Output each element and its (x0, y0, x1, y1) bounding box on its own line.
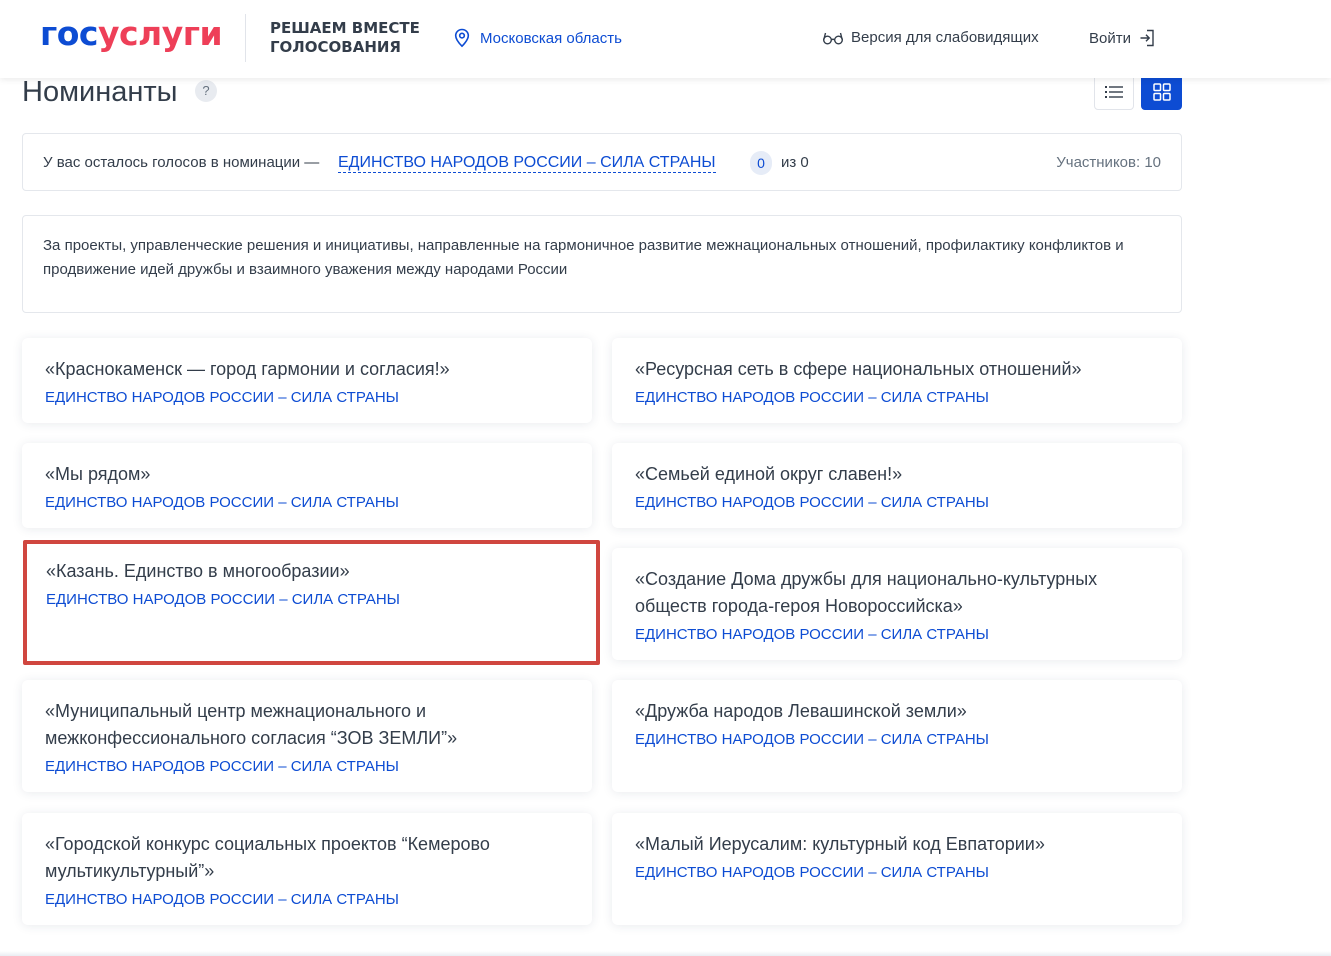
nominee-nomination: ЕДИНСТВО НАРОДОВ РОССИИ – СИЛА СТРАНЫ (45, 389, 399, 406)
nominee-title: «Муниципальный центр межнационального и … (45, 701, 458, 748)
nominee-card[interactable]: «Мы рядом» ЕДИНСТВО НАРОДОВ РОССИИ – СИЛ… (22, 443, 592, 528)
votes-count-badge: 0 (750, 151, 772, 175)
logo-part-uslugi: услуги (97, 14, 223, 53)
page-bottom-divider (0, 951, 1331, 956)
nominee-title: «Дружба народов Левашинской земли» (635, 701, 967, 721)
site-header: госуслуги РЕШАЕМ ВМЕСТЕ ГОЛОСОВАНИЯ Моск… (0, 0, 1331, 78)
low-vision-version-link[interactable]: Версия для слабовидящих (822, 29, 1039, 46)
nominee-title: «Казань. Единство в многообразии» (46, 561, 350, 581)
region-label: Московская область (480, 29, 622, 47)
region-selector[interactable]: Московская область (453, 28, 622, 48)
low-vision-label: Версия для слабовидящих (851, 29, 1039, 46)
nominee-nomination: ЕДИНСТВО НАРОДОВ РОССИИ – СИЛА СТРАНЫ (45, 494, 399, 511)
nominee-title: «Ресурсная сеть в сфере национальных отн… (635, 359, 1082, 379)
list-view-button[interactable] (1094, 74, 1134, 110)
nominee-card[interactable]: «Малый Иерусалим: культурный код Евпатор… (612, 813, 1182, 925)
nominee-card[interactable]: «Семьей единой округ славен!» ЕДИНСТВО Н… (612, 443, 1182, 528)
glasses-icon (823, 32, 843, 44)
nominee-card[interactable]: «Городской конкурс социальных проектов “… (22, 813, 592, 925)
nominee-nomination: ЕДИНСТВО НАРОДОВ РОССИИ – СИЛА СТРАНЫ (45, 891, 399, 908)
nominee-card-highlighted[interactable]: «Казань. Единство в многообразии» ЕДИНСТ… (23, 540, 600, 665)
login-button[interactable]: Войти (1089, 29, 1155, 47)
help-icon[interactable]: ? (195, 80, 217, 102)
votes-remaining-text: У вас осталось голосов в номинации — (43, 154, 320, 171)
nominee-title: «Городской конкурс социальных проектов “… (45, 834, 490, 881)
list-icon (1105, 86, 1123, 98)
nominee-nomination: ЕДИНСТВО НАРОДОВ РОССИИ – СИЛА СТРАНЫ (46, 591, 400, 608)
nominee-nomination: ЕДИНСТВО НАРОДОВ РОССИИ – СИЛА СТРАНЫ (635, 731, 989, 748)
grid-icon (1152, 83, 1171, 101)
nominee-title: «Создание Дома дружбы для национально-ку… (635, 569, 1098, 616)
nominee-card[interactable]: «Муниципальный центр межнационального и … (22, 680, 592, 792)
grid-view-button[interactable] (1141, 74, 1182, 110)
nominee-nomination: ЕДИНСТВО НАРОДОВ РОССИИ – СИЛА СТРАНЫ (635, 389, 989, 406)
page-title: Номинанты (22, 76, 178, 108)
nominee-card[interactable]: «Дружба народов Левашинской земли» ЕДИНС… (612, 680, 1182, 792)
nominee-card[interactable]: «Создание Дома дружбы для национально-ку… (612, 548, 1182, 660)
gosuslugi-logo[interactable]: госуслуги (40, 14, 223, 54)
nominee-card[interactable]: «Ресурсная сеть в сфере национальных отн… (612, 338, 1182, 423)
participants-count: Участников: 10 (1056, 154, 1161, 171)
votes-total: из 0 (781, 154, 809, 171)
nominee-nomination: ЕДИНСТВО НАРОДОВ РОССИИ – СИЛА СТРАНЫ (45, 758, 399, 775)
service-subtitle: РЕШАЕМ ВМЕСТЕ ГОЛОСОВАНИЯ (270, 19, 420, 56)
nominee-nomination: ЕДИНСТВО НАРОДОВ РОССИИ – СИЛА СТРАНЫ (635, 626, 989, 643)
location-pin-icon (454, 28, 470, 48)
nominee-nomination: ЕДИНСТВО НАРОДОВ РОССИИ – СИЛА СТРАНЫ (635, 494, 989, 511)
votes-remaining-bar: У вас осталось голосов в номинации — ЕДИ… (22, 133, 1182, 191)
nominee-title: «Семьей единой округ славен!» (635, 464, 903, 484)
nominee-card[interactable]: «Краснокаменск — город гармонии и соглас… (22, 338, 592, 423)
nomination-link[interactable]: ЕДИНСТВО НАРОДОВ РОССИИ – СИЛА СТРАНЫ (338, 153, 716, 173)
nominee-title: «Мы рядом» (45, 464, 151, 484)
logo-part-gos: гос (40, 14, 98, 53)
login-arrow-icon (1140, 29, 1154, 47)
nominee-title: «Малый Иерусалим: культурный код Евпатор… (635, 834, 1045, 854)
login-label: Войти (1089, 29, 1131, 47)
nominee-title: «Краснокаменск — город гармонии и соглас… (45, 359, 450, 379)
header-divider (245, 14, 246, 62)
nominee-nomination: ЕДИНСТВО НАРОДОВ РОССИИ – СИЛА СТРАНЫ (635, 864, 989, 881)
nomination-description: За проекты, управленческие решения и ини… (22, 215, 1182, 313)
